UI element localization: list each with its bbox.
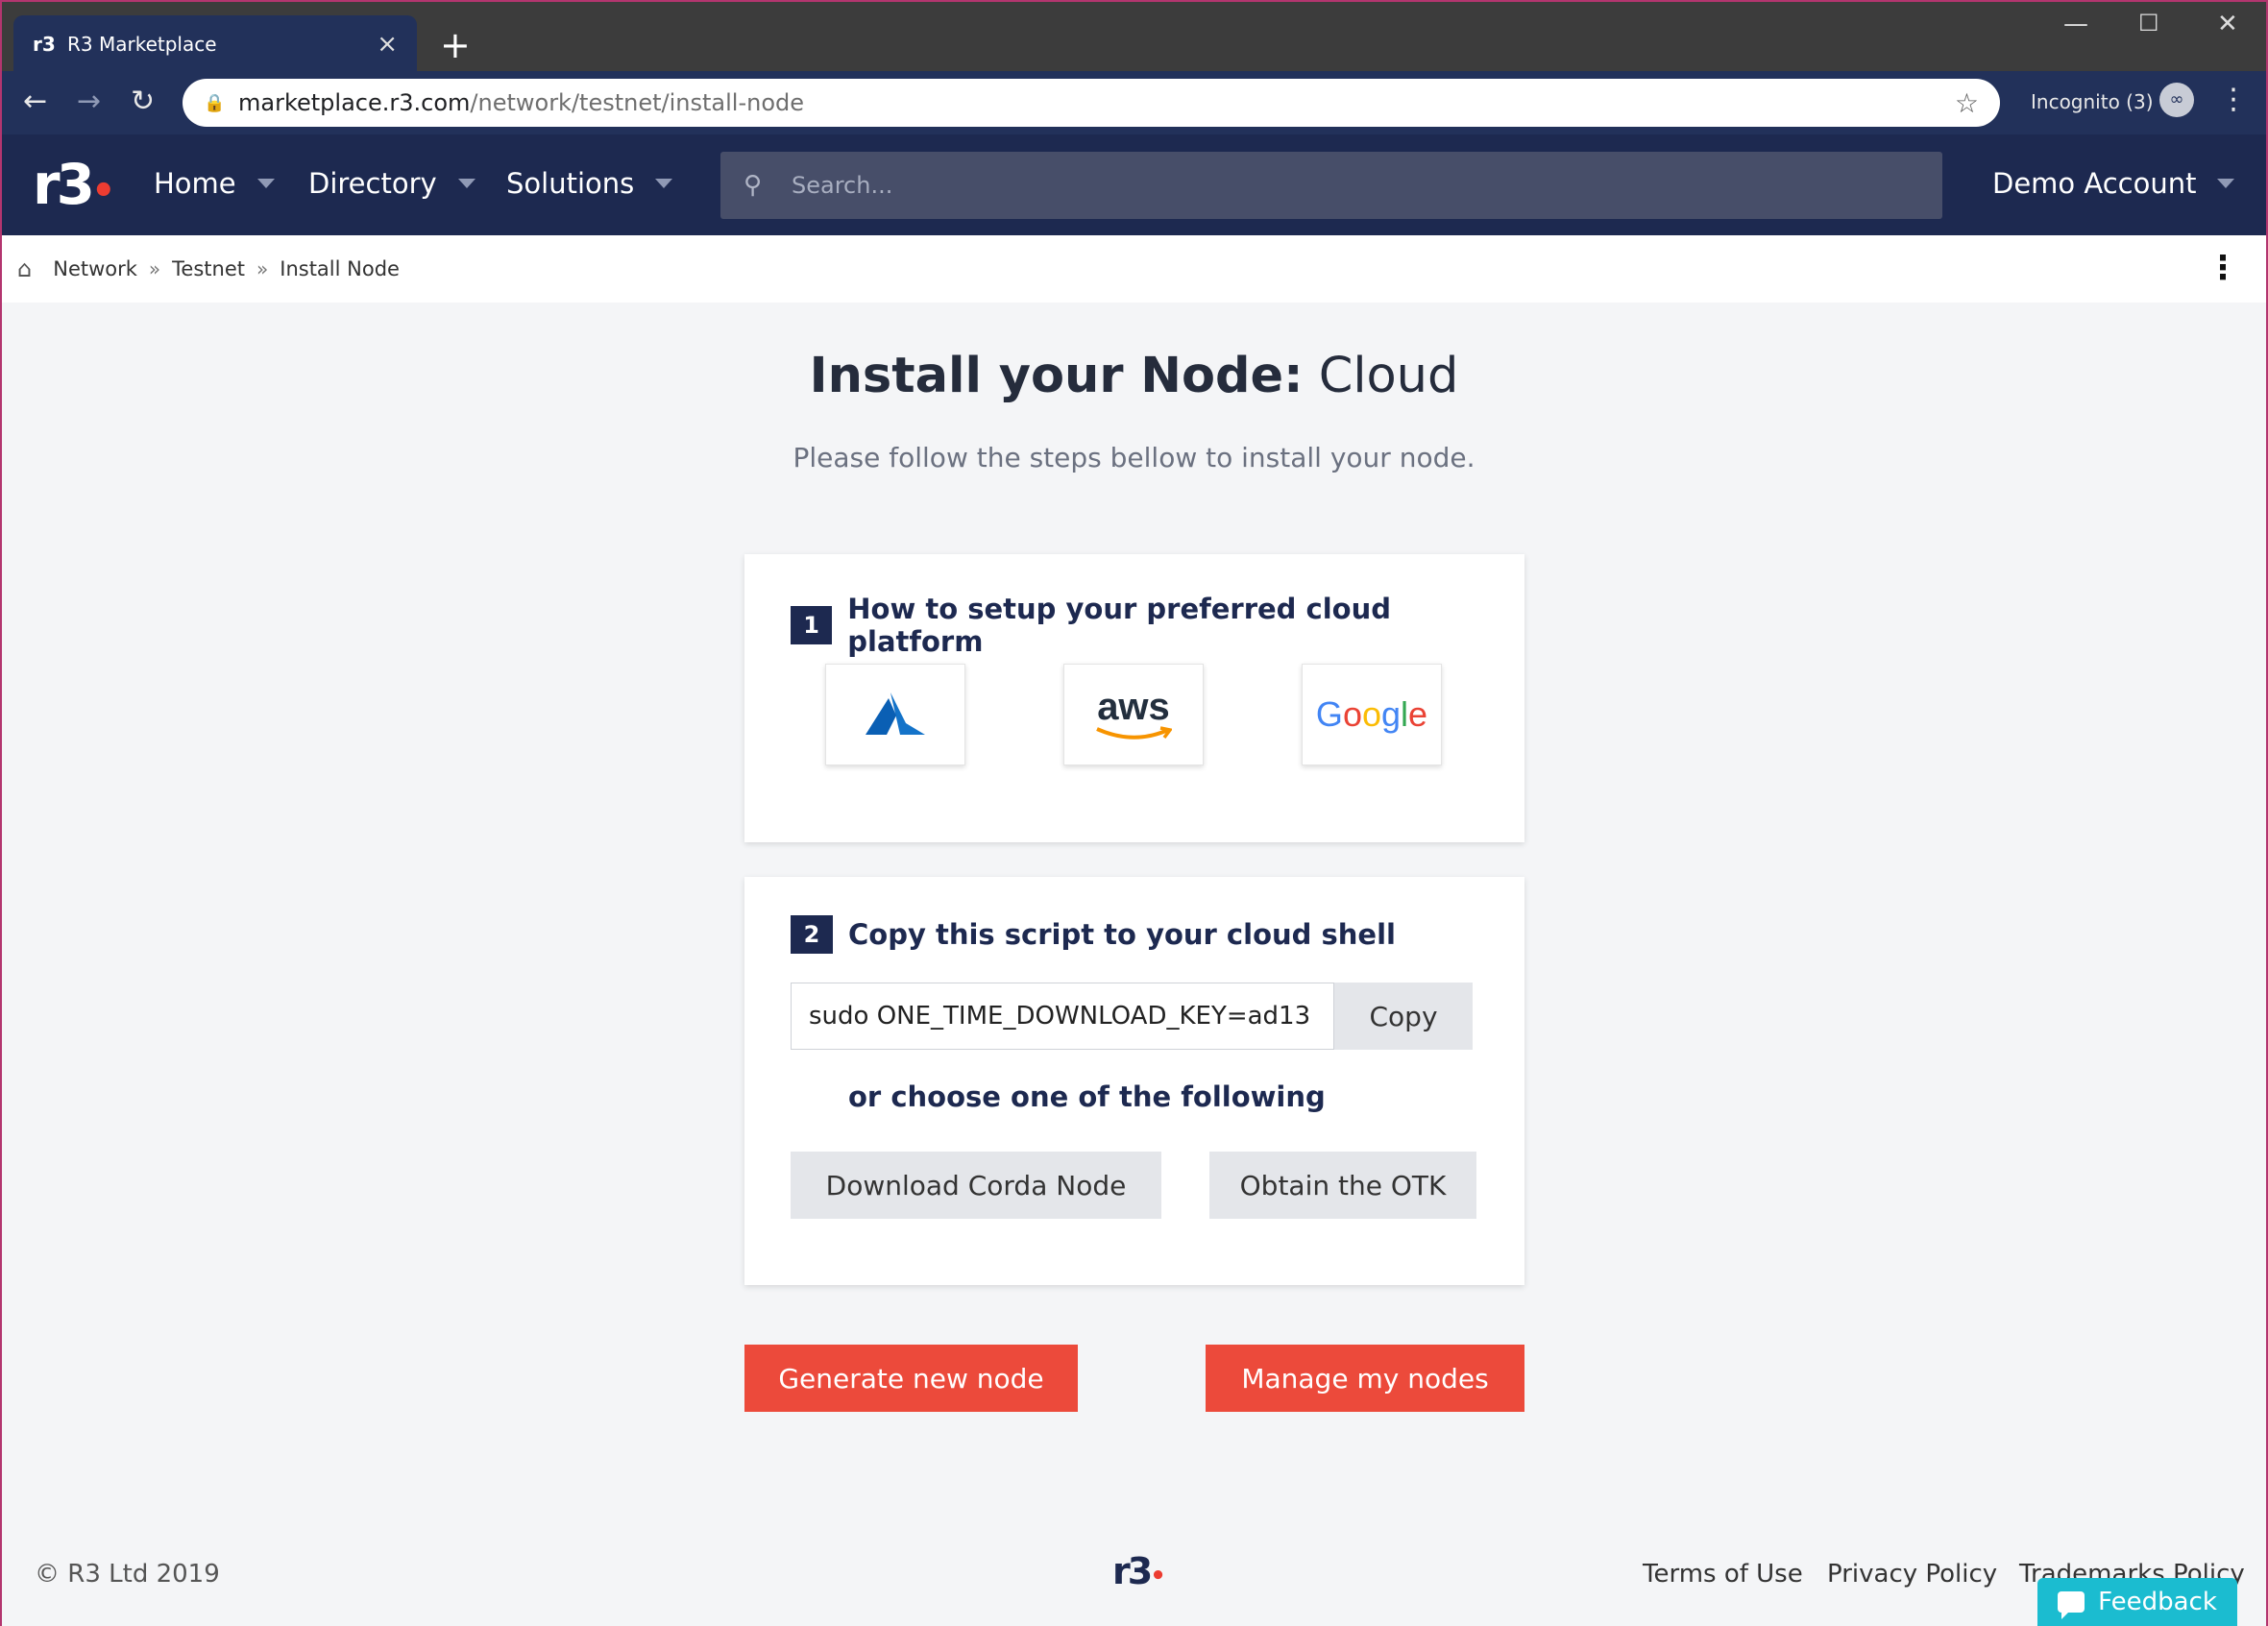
feedback-button[interactable]: Feedback <box>2037 1578 2237 1626</box>
google-letter: o <box>1342 694 1362 734</box>
google-letter: e <box>1408 694 1428 734</box>
breadcrumb-separator: » <box>148 257 161 280</box>
nav-directory[interactable]: Directory <box>308 167 476 200</box>
window-border <box>0 0 2 1626</box>
google-letter: G <box>1315 694 1343 734</box>
lock-icon: 🔒 <box>204 92 226 113</box>
step-1-heading: 1 How to setup your preferred cloud plat… <box>791 593 1524 658</box>
page-title-strong: Install your Node: <box>809 348 1304 404</box>
step-number: 1 <box>791 606 833 644</box>
copy-button[interactable]: Copy <box>1334 983 1473 1050</box>
chevron-down-icon <box>457 179 476 188</box>
url-path: /network/testnet/install-node <box>470 89 804 116</box>
maximize-icon[interactable]: ☐ <box>2138 10 2159 36</box>
tab-title: R3 Marketplace <box>67 33 217 56</box>
incognito-label: Incognito (3) <box>2031 90 2154 113</box>
feedback-label: Feedback <box>2098 1588 2217 1616</box>
reload-icon[interactable]: ↻ <box>131 85 155 119</box>
page-title: Install your Node: Cloud <box>0 348 2268 404</box>
obtain-otk-button[interactable]: Obtain the OTK <box>1209 1152 1476 1219</box>
page-subtitle: Please follow the steps bellow to instal… <box>793 442 1475 473</box>
browser-toolbar: ← → ↻ 🔒 marketplace.r3.com /network/test… <box>0 71 2268 134</box>
search-box: ⚲ <box>720 152 1942 219</box>
search-input[interactable] <box>792 172 1919 199</box>
step-number: 2 <box>791 915 833 954</box>
site-header: r3• Home Directory Solutions ⚲ Demo Acco… <box>0 134 2268 235</box>
google-letter: o <box>1361 694 1381 734</box>
account-label: Demo Account <box>1992 167 2197 200</box>
chevron-down-icon <box>256 179 275 188</box>
cloud-platform-card: 1 How to setup your preferred cloud plat… <box>744 554 1524 842</box>
aws-smile-icon <box>1096 726 1172 740</box>
account-menu[interactable]: Demo Account <box>1992 167 2235 200</box>
generate-new-node-button[interactable]: Generate new node <box>744 1345 1078 1412</box>
azure-icon <box>866 692 925 735</box>
or-choose-text: or choose one of the following <box>848 1080 1326 1113</box>
chevron-down-icon <box>655 179 673 188</box>
incognito-icon[interactable]: ∞ <box>2159 83 2194 117</box>
step-label: Copy this script to your cloud shell <box>848 918 1396 951</box>
forward-arrow-icon[interactable]: → <box>77 85 101 119</box>
nav-directory-label: Directory <box>308 167 437 200</box>
breadcrumb-install-node: Install Node <box>280 257 400 280</box>
search-icon: ⚲ <box>744 171 763 200</box>
copyright-text: © R3 Ltd 2019 <box>35 1560 220 1589</box>
minimize-icon[interactable]: — <box>2063 10 2088 38</box>
r3-logo[interactable]: r3• <box>33 152 115 217</box>
step-label: How to setup your preferred cloud platfo… <box>847 593 1391 658</box>
url-host: marketplace.r3.com <box>238 89 471 116</box>
privacy-policy-link[interactable]: Privacy Policy <box>1827 1560 1997 1589</box>
cloud-shell-card: 2 Copy this script to your cloud shell C… <box>744 877 1524 1285</box>
nav-home-label: Home <box>154 167 236 200</box>
script-copy-group: Copy <box>791 983 1473 1050</box>
bookmark-star-icon[interactable]: ☆ <box>1955 87 1979 119</box>
nav-home[interactable]: Home <box>154 167 275 200</box>
back-arrow-icon[interactable]: ← <box>23 85 47 119</box>
chevron-down-icon <box>2217 179 2235 188</box>
page-title-light: Cloud <box>1318 348 1459 404</box>
browser-menu-icon[interactable]: ⋮ <box>2219 83 2248 116</box>
browser-tab[interactable]: r3 R3 Marketplace × <box>13 15 417 73</box>
tab-close-icon[interactable]: × <box>377 30 398 59</box>
breadcrumb-network[interactable]: Network <box>53 257 137 280</box>
google-logo-text: Google <box>1316 694 1427 735</box>
google-letter: g <box>1381 694 1402 734</box>
aws-button[interactable]: aws <box>1063 664 1204 765</box>
browser-tab-strip: r3 R3 Marketplace × + — ☐ ✕ <box>0 0 2268 73</box>
nav-solutions[interactable]: Solutions <box>506 167 673 200</box>
address-bar[interactable]: 🔒 marketplace.r3.com /network/testnet/in… <box>183 79 2000 127</box>
breadcrumb-testnet[interactable]: Testnet <box>172 257 245 280</box>
aws-logo-text: aws <box>1097 686 1170 728</box>
footer-r3-logo: r3• <box>1112 1550 1166 1592</box>
chat-bubble-icon <box>2058 1591 2085 1619</box>
breadcrumb: ⌂ Network » Testnet » Install Node ⋮ <box>0 235 2268 303</box>
nav-solutions-label: Solutions <box>506 167 635 200</box>
r3-favicon-icon: r3 <box>33 33 56 56</box>
breadcrumb-separator: » <box>256 257 269 280</box>
google-letter: l <box>1401 694 1409 734</box>
window-close-icon[interactable]: ✕ <box>2217 10 2238 38</box>
manage-my-nodes-button[interactable]: Manage my nodes <box>1206 1345 1524 1412</box>
google-button[interactable]: Google <box>1302 664 1442 765</box>
more-options-icon[interactable]: ⋮ <box>2207 249 2239 287</box>
terms-of-use-link[interactable]: Terms of Use <box>1643 1560 1803 1589</box>
home-icon[interactable]: ⌂ <box>17 255 32 282</box>
new-tab-plus-icon[interactable]: + <box>440 21 471 69</box>
azure-button[interactable] <box>825 664 965 765</box>
download-corda-node-button[interactable]: Download Corda Node <box>791 1152 1161 1219</box>
script-input[interactable] <box>791 983 1334 1050</box>
step-2-heading: 2 Copy this script to your cloud shell <box>791 915 1396 954</box>
